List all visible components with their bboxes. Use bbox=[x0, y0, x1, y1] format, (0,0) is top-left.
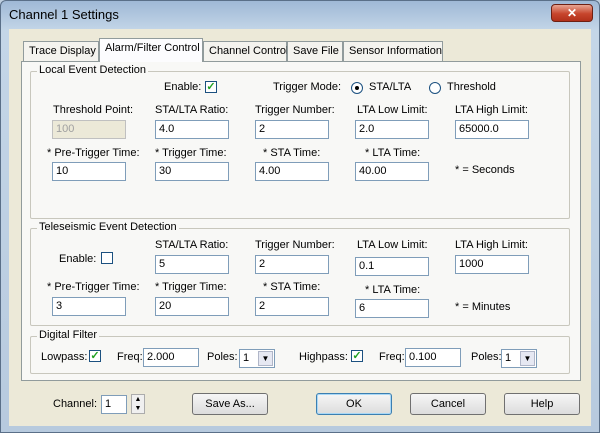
highpass-freq-field[interactable]: 0.100 bbox=[405, 348, 461, 367]
highpass-freq-label: Freq: bbox=[379, 351, 405, 363]
tele-sta-lta-ratio-field[interactable]: 5 bbox=[155, 255, 229, 274]
local-pre-trigger-field[interactable]: 10 bbox=[52, 162, 126, 181]
channel-label: Channel: bbox=[53, 398, 98, 410]
tab-save-file[interactable]: Save File bbox=[287, 41, 343, 61]
tele-trigger-time-field[interactable]: 20 bbox=[155, 297, 229, 316]
tele-pre-trigger-field[interactable]: 3 bbox=[52, 297, 126, 316]
close-button[interactable]: ✕ bbox=[551, 4, 593, 22]
tab-channel-control[interactable]: Channel Control bbox=[203, 41, 289, 61]
tele-lta-low-label: LTA Low Limit: bbox=[357, 239, 428, 251]
local-legend: Local Event Detection bbox=[37, 64, 149, 76]
dialog-window: Channel 1 Settings ✕ Trace Display Alarm… bbox=[0, 0, 600, 433]
teleseismic-event-detection-group: Teleseismic Event Detection Enable: STA/… bbox=[30, 221, 570, 326]
tab-panel: Local Event Detection Enable: ✓ Trigger … bbox=[21, 61, 581, 381]
tele-lta-time-field[interactable]: 6 bbox=[355, 299, 429, 318]
local-lta-low-label: LTA Low Limit: bbox=[357, 104, 428, 116]
dialog-client: Trace Display Alarm/Filter Control Chann… bbox=[9, 29, 591, 426]
local-trigger-number-field[interactable]: 2 bbox=[255, 120, 329, 139]
tele-enable-label: Enable: bbox=[59, 253, 97, 265]
chevron-down-icon: ▼ bbox=[520, 351, 535, 366]
tele-legend: Teleseismic Event Detection bbox=[37, 221, 179, 233]
threshold-point-field: 100 bbox=[52, 120, 126, 139]
tele-pre-trigger-label: * Pre-Trigger Time: bbox=[47, 281, 140, 293]
ok-button[interactable]: OK bbox=[316, 393, 392, 415]
lowpass-label: Lowpass: bbox=[41, 351, 88, 363]
local-lta-time-label: * LTA Time: bbox=[365, 147, 421, 159]
tab-sensor-information[interactable]: Sensor Information bbox=[343, 41, 443, 61]
highpass-poles-value: 1 bbox=[505, 352, 512, 364]
mode-threshold-radio[interactable] bbox=[429, 82, 441, 94]
tele-units-note: * = Minutes bbox=[455, 301, 511, 313]
tele-lta-high-field[interactable]: 1000 bbox=[455, 255, 529, 274]
save-as-button[interactable]: Save As... bbox=[192, 393, 268, 415]
tele-lta-time-label: * LTA Time: bbox=[365, 284, 421, 296]
lowpass-freq-field[interactable]: 2.000 bbox=[143, 348, 199, 367]
local-sta-lta-ratio-label: STA/LTA Ratio: bbox=[155, 104, 229, 116]
highpass-poles-label: Poles: bbox=[471, 351, 502, 363]
local-lta-high-field[interactable]: 65000.0 bbox=[455, 120, 529, 139]
lowpass-poles-select[interactable]: 1 ▼ bbox=[239, 349, 275, 368]
channel-spinner[interactable]: ▲ ▼ bbox=[131, 394, 145, 414]
filter-legend: Digital Filter bbox=[37, 329, 100, 341]
tele-sta-time-field[interactable]: 2 bbox=[255, 297, 329, 316]
local-lta-low-field[interactable]: 2.0 bbox=[355, 120, 429, 139]
lowpass-poles-label: Poles: bbox=[207, 351, 238, 363]
tab-alarm-filter-control[interactable]: Alarm/Filter Control bbox=[99, 38, 203, 62]
highpass-checkbox[interactable]: ✓ bbox=[351, 350, 363, 362]
local-enable-label: Enable: bbox=[164, 81, 202, 93]
tele-enable-checkbox[interactable] bbox=[101, 252, 113, 264]
highpass-poles-select[interactable]: 1 ▼ bbox=[501, 349, 537, 368]
tele-trigger-time-label: * Trigger Time: bbox=[155, 281, 227, 293]
mode-sta-lta-label: STA/LTA bbox=[369, 81, 412, 93]
threshold-point-label: Threshold Point: bbox=[53, 104, 134, 116]
local-trigger-time-label: * Trigger Time: bbox=[155, 147, 227, 159]
local-trigger-number-label: Trigger Number: bbox=[255, 104, 335, 116]
window-title: Channel 1 Settings bbox=[9, 7, 119, 22]
local-sta-time-field[interactable]: 4.00 bbox=[255, 162, 329, 181]
chevron-down-icon: ▼ bbox=[258, 351, 273, 366]
lowpass-freq-label: Freq: bbox=[117, 351, 143, 363]
title-bar[interactable]: Channel 1 Settings ✕ bbox=[1, 1, 599, 28]
local-pre-trigger-label: * Pre-Trigger Time: bbox=[47, 147, 140, 159]
lowpass-checkbox[interactable]: ✓ bbox=[89, 350, 101, 362]
chevron-down-icon[interactable]: ▼ bbox=[132, 404, 144, 413]
local-sta-lta-ratio-field[interactable]: 4.0 bbox=[155, 120, 229, 139]
local-enable-checkbox[interactable]: ✓ bbox=[205, 81, 217, 93]
local-lta-high-label: LTA High Limit: bbox=[455, 104, 528, 116]
lowpass-poles-value: 1 bbox=[243, 352, 250, 364]
close-icon: ✕ bbox=[566, 6, 578, 20]
local-event-detection-group: Local Event Detection Enable: ✓ Trigger … bbox=[30, 64, 570, 219]
tab-trace-display[interactable]: Trace Display bbox=[23, 41, 99, 61]
help-button[interactable]: Help bbox=[504, 393, 580, 415]
local-lta-time-field[interactable]: 40.00 bbox=[355, 162, 429, 181]
local-sta-time-label: * STA Time: bbox=[263, 147, 321, 159]
trigger-mode-label: Trigger Mode: bbox=[273, 81, 342, 93]
tele-lta-high-label: LTA High Limit: bbox=[455, 239, 528, 251]
mode-threshold-label: Threshold bbox=[447, 81, 496, 93]
tele-lta-low-field[interactable]: 0.1 bbox=[355, 257, 429, 276]
highpass-label: Highpass: bbox=[299, 351, 348, 363]
tele-sta-time-label: * STA Time: bbox=[263, 281, 321, 293]
tele-trigger-number-label: Trigger Number: bbox=[255, 239, 335, 251]
digital-filter-group: Digital Filter Lowpass: ✓ Freq: 2.000 Po… bbox=[30, 329, 570, 374]
tele-sta-lta-ratio-label: STA/LTA Ratio: bbox=[155, 239, 229, 251]
mode-sta-lta-radio[interactable] bbox=[351, 82, 363, 94]
chevron-up-icon[interactable]: ▲ bbox=[132, 395, 144, 404]
local-trigger-time-field[interactable]: 30 bbox=[155, 162, 229, 181]
tele-trigger-number-field[interactable]: 2 bbox=[255, 255, 329, 274]
cancel-button[interactable]: Cancel bbox=[410, 393, 486, 415]
channel-field[interactable]: 1 bbox=[101, 395, 127, 414]
local-units-note: * = Seconds bbox=[455, 164, 515, 176]
